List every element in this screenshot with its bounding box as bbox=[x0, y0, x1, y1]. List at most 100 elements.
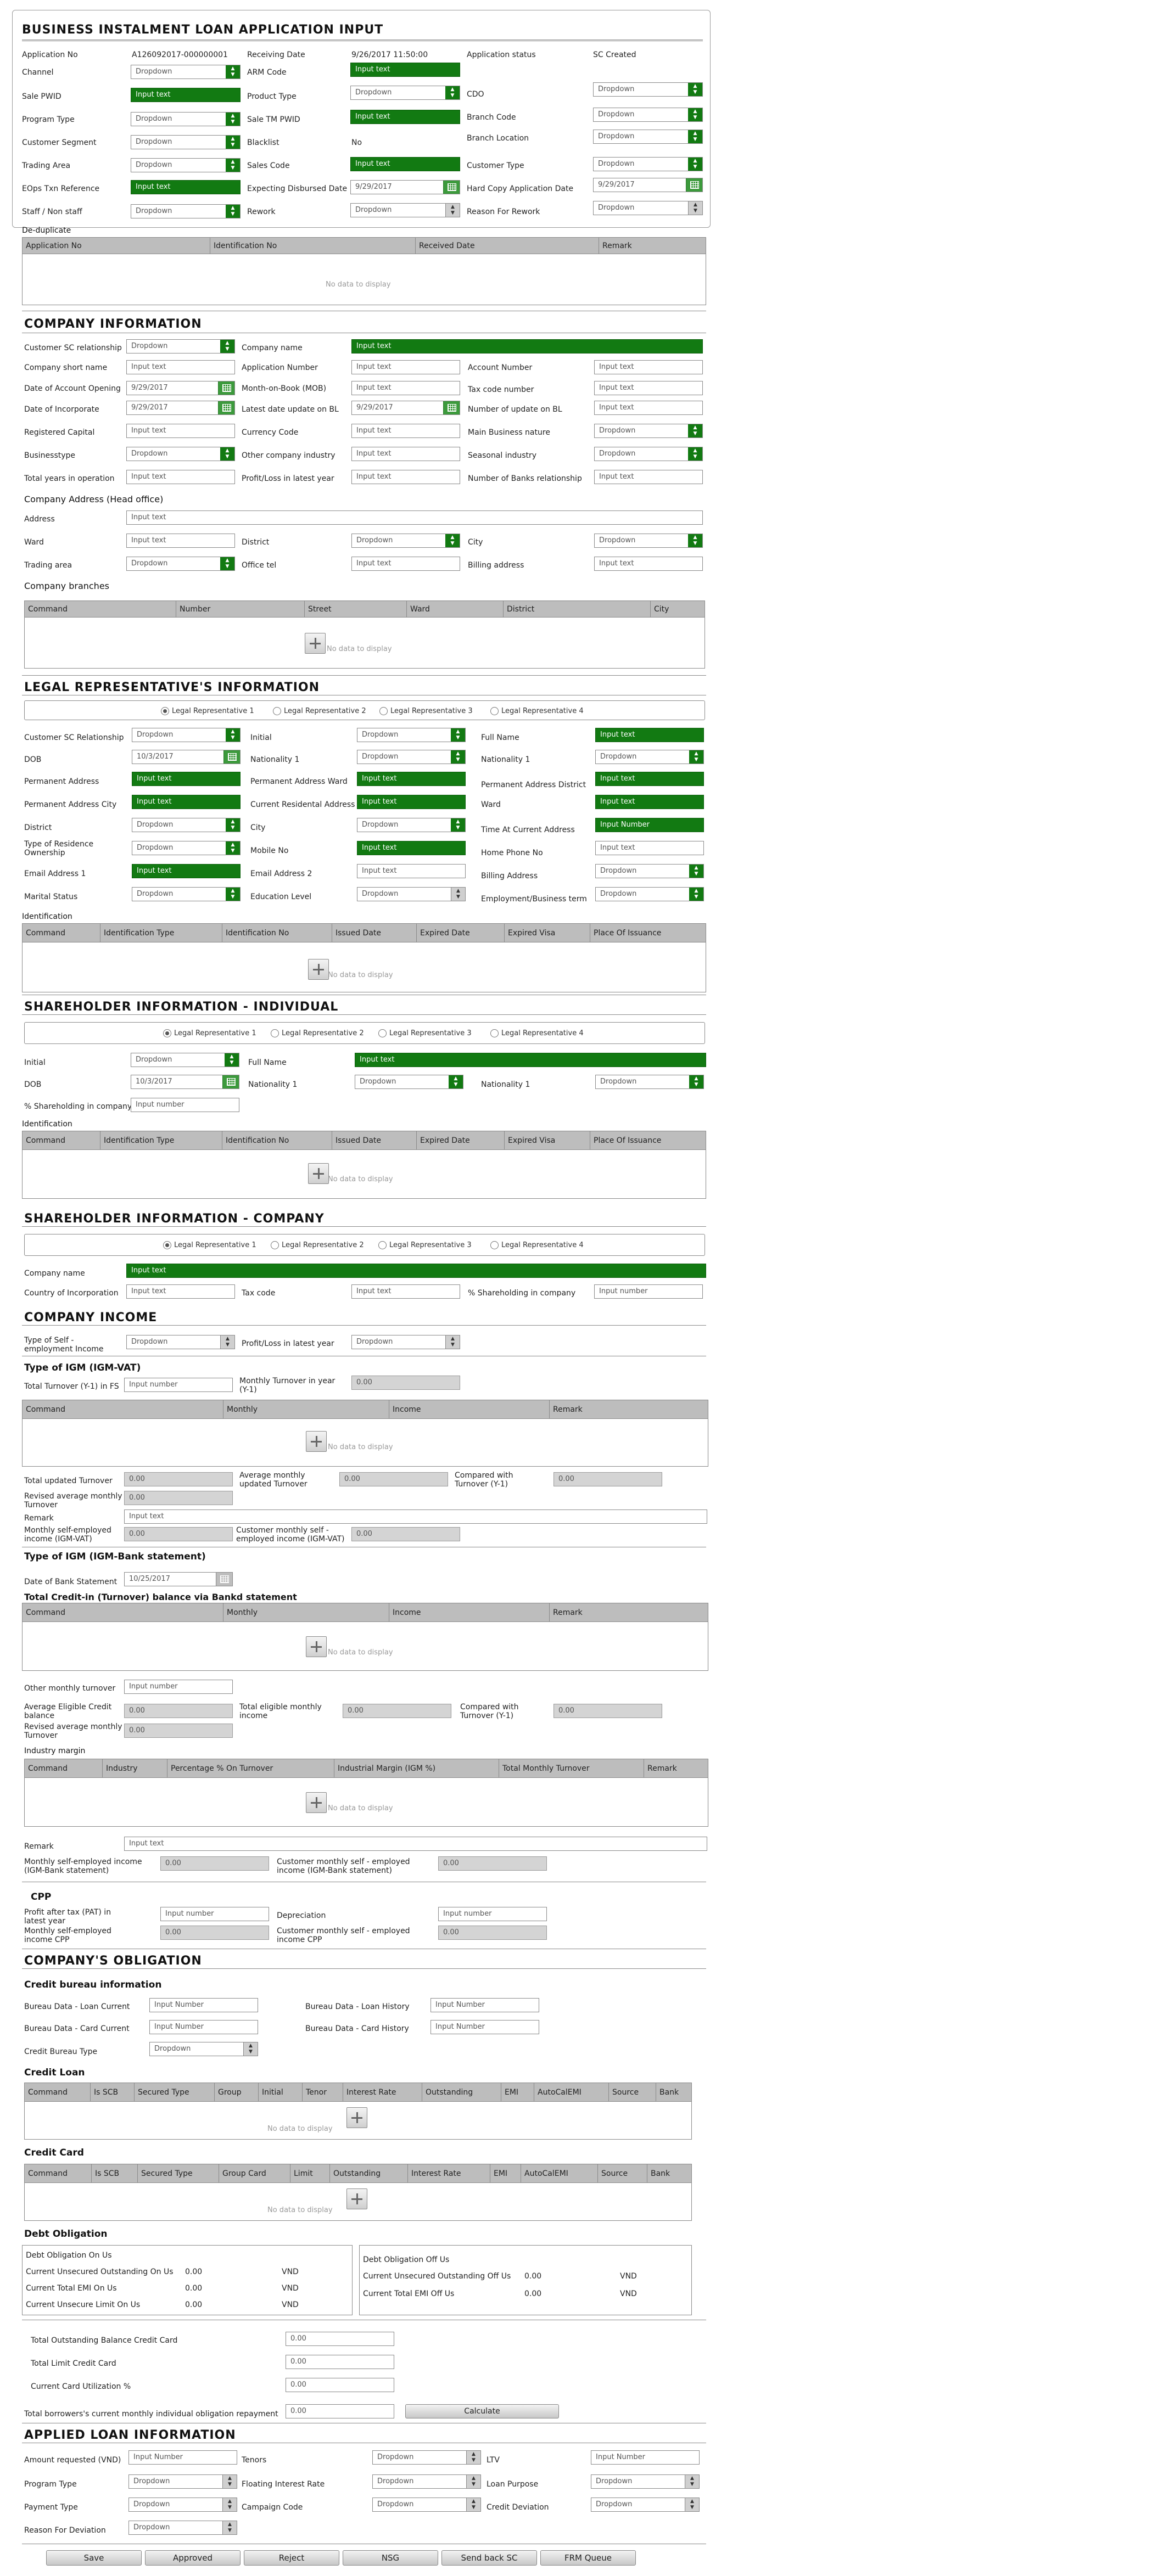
remark-input[interactable]: Input text bbox=[124, 1509, 707, 1524]
calculate-button[interactable]: Calculate bbox=[405, 2404, 559, 2418]
product-type-dropdown[interactable]: Dropdown ▲ ▼ bbox=[350, 86, 460, 100]
nationality1-dropdown-2[interactable]: Dropdown ▲ ▼ bbox=[595, 1075, 704, 1089]
column-header[interactable]: Identification No bbox=[210, 238, 416, 254]
cdo-dropdown[interactable]: Dropdown ▲ ▼ bbox=[593, 82, 703, 97]
column-header[interactable]: Monthly bbox=[223, 1603, 389, 1622]
column-header[interactable]: District bbox=[504, 601, 651, 618]
calendar-icon[interactable] bbox=[216, 1573, 232, 1586]
add-icon[interactable] bbox=[306, 1792, 327, 1813]
column-header[interactable]: Issued Date bbox=[332, 924, 417, 942]
ward-input[interactable]: Input text bbox=[126, 534, 235, 548]
profit-loss-dropdown[interactable]: Dropdown ▲ ▼ bbox=[351, 1335, 460, 1349]
eops-ref-input[interactable]: Input text bbox=[131, 180, 241, 194]
column-header[interactable]: Interest Rate bbox=[408, 2164, 490, 2183]
loan-purpose-dropdown[interactable]: Dropdown ▲ ▼ bbox=[591, 2474, 700, 2489]
tax-code-input[interactable]: Input text bbox=[351, 1284, 460, 1299]
column-header[interactable]: EMI bbox=[501, 2083, 534, 2102]
column-header[interactable]: Group Card bbox=[219, 2164, 290, 2183]
add-icon[interactable] bbox=[308, 959, 329, 980]
email1-input[interactable]: Input text bbox=[132, 864, 241, 878]
current-address-input[interactable]: Input text bbox=[357, 795, 466, 809]
reason-deviation-dropdown[interactable]: Dropdown ▲ ▼ bbox=[128, 2521, 237, 2535]
perm-district-input[interactable]: Input text bbox=[595, 772, 704, 786]
staff-dropdown[interactable]: Dropdown ▲ ▼ bbox=[131, 204, 241, 218]
column-header[interactable]: Number bbox=[176, 601, 305, 618]
column-header[interactable]: Command bbox=[25, 601, 176, 618]
campaign-code-dropdown[interactable]: Dropdown ▲ ▼ bbox=[372, 2498, 481, 2512]
column-header[interactable]: Command bbox=[23, 1400, 223, 1419]
radio-legal-rep-1[interactable]: Legal Representative 1 bbox=[163, 1241, 256, 1250]
customer-segment-dropdown[interactable]: Dropdown ▲ ▼ bbox=[131, 135, 241, 149]
radio-legal-rep-2[interactable]: Legal Representative 2 bbox=[271, 1029, 364, 1038]
calendar-icon[interactable] bbox=[443, 401, 460, 414]
column-header[interactable]: AutoCalEMI bbox=[521, 2164, 598, 2183]
column-header[interactable]: Total Monthly Turnover bbox=[499, 1759, 644, 1778]
radio-legal-rep-1[interactable]: Legal Representative 1 bbox=[161, 707, 254, 716]
credit-deviation-dropdown[interactable]: Dropdown ▲ ▼ bbox=[591, 2498, 700, 2512]
column-header[interactable]: Percentage % On Turnover bbox=[167, 1759, 334, 1778]
card-util-input[interactable]: 0.00 bbox=[286, 2378, 394, 2392]
column-header[interactable]: Outstanding bbox=[330, 2164, 408, 2183]
column-header[interactable]: Command bbox=[23, 924, 100, 942]
column-header[interactable]: Is SCB bbox=[92, 2164, 138, 2183]
column-header[interactable]: Is SCB bbox=[91, 2083, 135, 2102]
column-header[interactable]: Issued Date bbox=[332, 1131, 417, 1150]
full-name-input[interactable]: Input text bbox=[355, 1053, 706, 1067]
perm-ward-input[interactable]: Input text bbox=[357, 772, 466, 786]
add-icon[interactable] bbox=[306, 1431, 327, 1452]
channel-dropdown[interactable]: Dropdown ▲ ▼ bbox=[131, 65, 241, 79]
currency-code-input[interactable]: Input text bbox=[351, 424, 460, 438]
shareholding-pct-input[interactable]: Input number bbox=[131, 1098, 239, 1112]
calendar-icon[interactable] bbox=[222, 1075, 239, 1088]
company-name-input[interactable]: Input text bbox=[351, 339, 703, 353]
calendar-icon[interactable] bbox=[686, 178, 702, 192]
radio-legal-rep-4[interactable]: Legal Representative 4 bbox=[490, 1029, 584, 1038]
total-repayment-input[interactable]: 0.00 bbox=[286, 2404, 394, 2418]
radio-legal-rep-3[interactable]: Legal Representative 3 bbox=[379, 707, 473, 716]
num-banks-input[interactable]: Input text bbox=[594, 470, 703, 484]
column-header[interactable]: Bank bbox=[656, 2083, 692, 2102]
trading-area-dropdown[interactable]: Dropdown ▲ ▼ bbox=[131, 158, 241, 172]
bureau-card-current-input[interactable]: Input Number bbox=[149, 2020, 258, 2034]
trading-area-dropdown[interactable]: Dropdown ▲ ▼ bbox=[126, 557, 235, 571]
frm-queue-button[interactable]: FRM Queue bbox=[540, 2550, 636, 2566]
seasonal-dropdown[interactable]: Dropdown ▲ ▼ bbox=[594, 447, 703, 461]
column-header[interactable]: Tenor bbox=[303, 2083, 343, 2102]
education-dropdown[interactable]: Dropdown ▲ ▼ bbox=[357, 887, 466, 901]
radio-legal-rep-2[interactable]: Legal Representative 2 bbox=[271, 1241, 364, 1250]
column-header[interactable]: Place Of Issuance bbox=[590, 924, 707, 942]
customer-type-dropdown[interactable]: Dropdown ▲ ▼ bbox=[593, 157, 703, 171]
column-header[interactable]: Identification No bbox=[222, 1131, 332, 1150]
initial-dropdown[interactable]: Dropdown ▲ ▼ bbox=[357, 728, 466, 742]
nationality1-dropdown-2[interactable]: Dropdown ▲ ▼ bbox=[595, 750, 704, 764]
number-update-input[interactable]: Input text bbox=[594, 401, 703, 415]
ward-input[interactable]: Input text bbox=[595, 795, 704, 809]
column-header[interactable]: Expired Date bbox=[417, 924, 505, 942]
floating-rate-dropdown[interactable]: Dropdown ▲ ▼ bbox=[372, 2474, 481, 2489]
short-name-input[interactable]: Input text bbox=[126, 360, 235, 374]
profit-loss-input[interactable]: Input text bbox=[351, 470, 460, 484]
column-header[interactable]: Remark bbox=[550, 1400, 709, 1419]
column-header[interactable]: AutoCalEMI bbox=[534, 2083, 609, 2102]
column-header[interactable]: Command bbox=[25, 2083, 91, 2102]
residence-type-dropdown[interactable]: Dropdown ▲ ▼ bbox=[132, 841, 241, 855]
column-header[interactable]: Received Date bbox=[416, 238, 599, 254]
account-opening-date-picker[interactable]: 9/29/2017 bbox=[126, 381, 235, 395]
remark-input[interactable]: Input text bbox=[124, 1837, 707, 1851]
perm-address-input[interactable]: Input text bbox=[132, 772, 241, 786]
column-header[interactable]: City bbox=[651, 601, 706, 618]
column-header[interactable]: Application No bbox=[23, 238, 210, 254]
column-header[interactable]: Expired Visa bbox=[505, 924, 590, 942]
nationality1-dropdown[interactable]: Dropdown ▲ ▼ bbox=[355, 1075, 463, 1089]
add-icon[interactable] bbox=[346, 2107, 367, 2128]
nationality1-dropdown[interactable]: Dropdown ▲ ▼ bbox=[357, 750, 466, 764]
depreciation-input[interactable]: Input number bbox=[438, 1907, 547, 1921]
column-header[interactable]: Place Of Issuance bbox=[590, 1131, 707, 1150]
reject-button[interactable]: Reject bbox=[244, 2550, 339, 2566]
company-name-input[interactable]: Input text bbox=[126, 1264, 706, 1278]
hardcopy-date-picker[interactable]: 9/29/2017 bbox=[593, 178, 703, 192]
column-header[interactable]: Street bbox=[305, 601, 407, 618]
initial-dropdown[interactable]: Dropdown ▲ ▼ bbox=[131, 1053, 239, 1067]
column-header[interactable]: Source bbox=[609, 2083, 656, 2102]
add-icon[interactable] bbox=[305, 633, 326, 654]
